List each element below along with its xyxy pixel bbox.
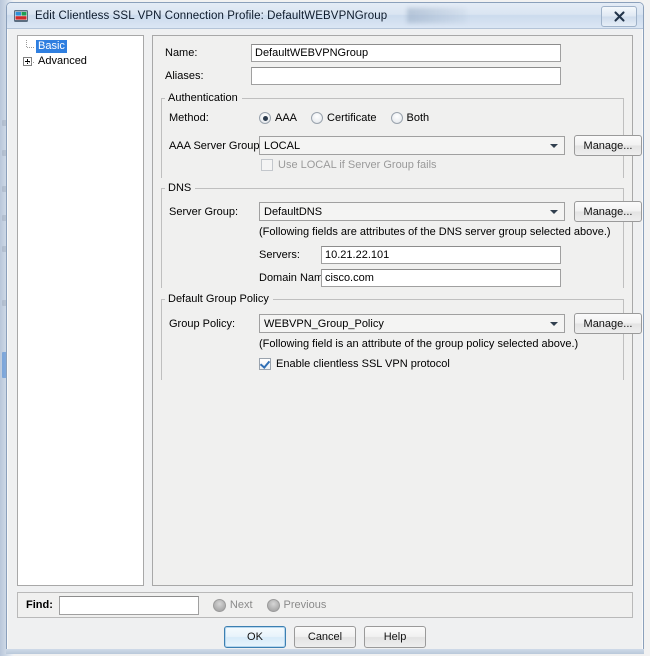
radio-both[interactable]: Both bbox=[390, 112, 430, 124]
title-bar: Edit Clientless SSL VPN Connection Profi… bbox=[7, 3, 643, 29]
enable-clientless-row: Enable clientless SSL VPN protocol bbox=[259, 358, 450, 370]
use-local-row: Use LOCAL if Server Group fails bbox=[261, 159, 437, 171]
method-label: Method: bbox=[169, 112, 209, 124]
group-policy-value: WEBVPN_Group_Policy bbox=[264, 317, 384, 330]
radio-certificate-icon bbox=[311, 112, 324, 124]
radio-certificate-label: Certificate bbox=[327, 112, 377, 124]
next-arrow-icon bbox=[212, 598, 226, 612]
help-button[interactable]: Help bbox=[364, 626, 426, 648]
find-input[interactable] bbox=[58, 595, 199, 615]
chevron-down-icon bbox=[550, 321, 558, 326]
tree-item-basic[interactable]: Basic bbox=[20, 39, 141, 54]
radio-both-label: Both bbox=[406, 112, 430, 124]
application-icon bbox=[13, 8, 29, 24]
aaa-server-group-value: LOCAL bbox=[264, 139, 301, 152]
default-group-policy-label: Default Group Policy bbox=[165, 293, 273, 305]
group-policy-note-row: (Following field is an attribute of the … bbox=[259, 338, 578, 350]
expand-plus-icon[interactable] bbox=[22, 55, 35, 68]
aaa-server-group-row: AAA Server Group: LOCAL Manage... bbox=[169, 135, 642, 156]
dns-domain-row: Domain Name: bbox=[259, 269, 561, 287]
previous-arrow-icon bbox=[266, 598, 280, 612]
manage-dns-server-group-button[interactable]: Manage... bbox=[574, 201, 642, 222]
find-previous-label: Previous bbox=[283, 599, 327, 611]
find-previous-button[interactable]: Previous bbox=[266, 598, 327, 612]
settings-panel: Name: Aliases: Authentication Method: AA… bbox=[152, 35, 642, 586]
chevron-down-icon bbox=[550, 143, 558, 148]
dns-servers-input[interactable] bbox=[321, 246, 561, 264]
checkbox-icon bbox=[261, 159, 273, 171]
enable-clientless-ssl-vpn-label: Enable clientless SSL VPN protocol bbox=[276, 358, 450, 370]
tree-item-advanced[interactable]: Advanced bbox=[20, 54, 141, 69]
name-input[interactable] bbox=[251, 44, 561, 62]
use-local-label: Use LOCAL if Server Group fails bbox=[278, 159, 437, 171]
find-next-label: Next bbox=[229, 599, 253, 611]
dns-group-label: DNS bbox=[165, 182, 196, 194]
radio-aaa-icon bbox=[259, 112, 271, 124]
dialog-footer: OK Cancel Help bbox=[7, 623, 643, 651]
radio-both-icon bbox=[390, 112, 403, 124]
aliases-row: Aliases: bbox=[165, 67, 561, 85]
dns-server-group-select[interactable]: DefaultDNS bbox=[259, 202, 565, 221]
dns-servers-row: Servers: bbox=[259, 246, 561, 264]
aliases-input[interactable] bbox=[251, 67, 561, 85]
tree-item-basic-label: Basic bbox=[36, 40, 67, 53]
method-row: Method: AAA Certificate Both bbox=[169, 112, 443, 124]
edit-connection-profile-dialog: Edit Clientless SSL VPN Connection Profi… bbox=[6, 2, 644, 652]
dns-group: DNS Server Group: DefaultDNS Manage... (… bbox=[161, 182, 642, 288]
close-icon[interactable] bbox=[601, 6, 637, 27]
chevron-down-icon bbox=[550, 209, 558, 214]
manage-aaa-server-group-button[interactable]: Manage... bbox=[574, 135, 642, 156]
group-policy-label: Group Policy: bbox=[169, 317, 236, 330]
radio-aaa[interactable]: AAA bbox=[259, 112, 297, 124]
tree-leaf-connector-icon bbox=[22, 40, 35, 53]
navigation-tree[interactable]: Basic Advanced bbox=[17, 35, 144, 586]
use-local-checkbox: Use LOCAL if Server Group fails bbox=[261, 159, 437, 171]
title-blur-artifact bbox=[407, 8, 467, 23]
window-title: Edit Clientless SSL VPN Connection Profi… bbox=[35, 9, 388, 22]
default-group-policy-group: Default Group Policy Group Policy: WEBVP… bbox=[161, 293, 642, 380]
enable-clientless-ssl-vpn-checkbox[interactable]: Enable clientless SSL VPN protocol bbox=[259, 358, 450, 370]
dialog-content: Basic Advanced Name: Aliases: bbox=[7, 29, 643, 651]
dns-note-row: (Following fields are attributes of the … bbox=[259, 226, 611, 238]
group-policy-attributes-note: (Following field is an attribute of the … bbox=[259, 338, 579, 350]
tree-item-advanced-label: Advanced bbox=[38, 55, 87, 67]
find-next-button[interactable]: Next bbox=[212, 598, 253, 612]
name-label: Name: bbox=[165, 47, 198, 59]
find-bar: Find: Next Previous bbox=[17, 592, 633, 618]
cancel-button[interactable]: Cancel bbox=[294, 626, 356, 648]
authentication-group: Authentication Method: AAA Certificate B… bbox=[161, 92, 642, 178]
group-policy-select[interactable]: WEBVPN_Group_Policy bbox=[259, 314, 565, 333]
aaa-server-group-select[interactable]: LOCAL bbox=[259, 136, 565, 155]
window-bottom-edge bbox=[6, 649, 644, 654]
group-policy-row: Group Policy: WEBVPN_Group_Policy Manage… bbox=[169, 313, 642, 334]
checkbox-checked-icon bbox=[259, 358, 271, 370]
dns-servers-label: Servers: bbox=[259, 249, 300, 261]
dns-server-group-label: Server Group: bbox=[169, 205, 239, 218]
aaa-server-group-label: AAA Server Group: bbox=[169, 139, 263, 152]
dns-domain-label: Domain Name: bbox=[259, 272, 333, 284]
authentication-group-label: Authentication bbox=[165, 92, 242, 104]
manage-group-policy-button[interactable]: Manage... bbox=[574, 313, 642, 334]
radio-certificate[interactable]: Certificate bbox=[311, 112, 377, 124]
aliases-label: Aliases: bbox=[165, 70, 204, 82]
dns-server-group-value: DefaultDNS bbox=[264, 205, 323, 218]
ok-button[interactable]: OK bbox=[224, 626, 286, 648]
dns-domain-input[interactable] bbox=[321, 269, 561, 287]
dns-server-group-row: Server Group: DefaultDNS Manage... bbox=[169, 201, 642, 222]
find-label: Find: bbox=[26, 599, 53, 611]
name-row: Name: bbox=[165, 44, 561, 62]
radio-aaa-label: AAA bbox=[275, 112, 298, 124]
dns-attributes-note: (Following fields are attributes of the … bbox=[259, 226, 611, 238]
